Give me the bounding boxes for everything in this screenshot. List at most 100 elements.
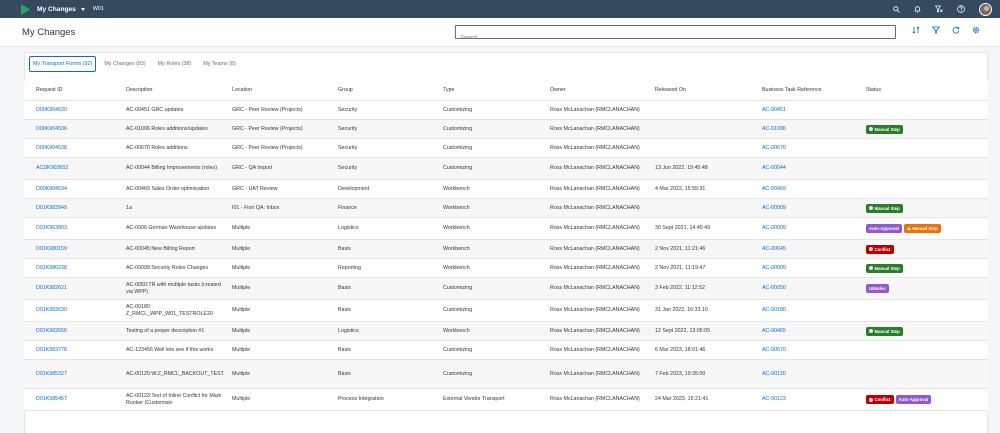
location-cell: I01 - Fiori QA: Inbox bbox=[232, 204, 280, 211]
transport-forms-table: Request ID Description Location Group Ty… bbox=[24, 81, 988, 411]
business-task-reference-link[interactable]: AC-00009 bbox=[762, 225, 866, 232]
business-task-reference-link[interactable]: AC-00180 bbox=[762, 307, 866, 314]
group-cell: Process Integration bbox=[338, 396, 384, 402]
table-row[interactable]: D01K983949 1a I01 - Fiori QA: Inbox Finance… bbox=[24, 199, 988, 218]
search-input[interactable] bbox=[456, 32, 895, 44]
table-row[interactable]: D01K980238 AC-00009:Security Roles Change… bbox=[24, 259, 988, 278]
request-id-link[interactable]: ACDK903652 bbox=[24, 165, 126, 172]
released-on-cell: 13 Jun 2022, 19:45:48 bbox=[655, 165, 708, 171]
auto-approval-badge[interactable]: Auto-Approval bbox=[895, 395, 932, 404]
released-on-cell: 6 Mar 2023, 18:01:46 bbox=[655, 346, 706, 353]
business-task-reference-link[interactable]: AC-00120 bbox=[762, 371, 866, 378]
help-icon[interactable] bbox=[957, 5, 965, 13]
request-id-link[interactable]: D01K985457 bbox=[24, 396, 126, 403]
request-id-link[interactable]: D00K904536 bbox=[24, 126, 126, 133]
request-id-link[interactable]: D00K904530 bbox=[24, 107, 126, 114]
location-cell: Multiple bbox=[232, 396, 251, 402]
business-task-reference-link[interactable]: AC-00670 bbox=[762, 145, 866, 152]
table-row[interactable]: D01K980159 AC-00045:New Billing Report Mul… bbox=[24, 240, 988, 259]
group-cell: Basis bbox=[338, 307, 351, 313]
page-title: My Changes bbox=[22, 27, 76, 38]
request-id-link[interactable]: D00K904534 bbox=[24, 186, 126, 193]
auto-approval-badge[interactable]: Auto-Approval bbox=[866, 224, 902, 233]
user-avatar[interactable] bbox=[979, 2, 992, 16]
app-title-menu[interactable]: My Changes bbox=[37, 6, 85, 13]
tab-bar: My Transport Forms (92) My Changes (83) … bbox=[25, 53, 248, 75]
description-cell: AC-00044 Billing Improvements (roles) bbox=[126, 165, 217, 171]
business-task-reference-link[interactable]: AC-00670 bbox=[762, 347, 866, 354]
request-id-link[interactable]: D01K983778 bbox=[24, 347, 126, 354]
settings-gear-icon[interactable] bbox=[972, 26, 980, 34]
request-id-link[interactable]: D01K980238 bbox=[24, 265, 126, 272]
business-task-reference-link[interactable]: AC-00123 bbox=[762, 396, 866, 403]
manual-step-badge[interactable]: Manual Step bbox=[866, 203, 903, 213]
sort-icon[interactable] bbox=[912, 26, 920, 34]
tab-my-changes[interactable]: My Changes (83) bbox=[104, 61, 145, 67]
request-id-link[interactable]: D01K985327 bbox=[24, 371, 126, 378]
business-task-reference-link[interactable]: AC-01006 bbox=[762, 126, 866, 133]
column-header-request-id[interactable]: Request ID bbox=[24, 87, 126, 94]
owner-cell: Ross McLanachan (RMCLANACHAN) bbox=[550, 225, 640, 231]
column-header-type[interactable]: Type bbox=[443, 87, 550, 94]
search-field[interactable] bbox=[455, 25, 896, 44]
table-row[interactable]: D00K904538 AC-00670 Roles additions GRC - … bbox=[24, 139, 988, 158]
manual-step-badge[interactable]: Manual Step bbox=[866, 326, 903, 336]
conflict-badge[interactable]: Conflict bbox=[866, 395, 894, 404]
business-task-reference-link[interactable]: AC-00469 bbox=[762, 186, 866, 193]
column-header-status[interactable]: Status bbox=[866, 87, 988, 94]
bell-icon[interactable] bbox=[914, 5, 921, 13]
business-task-reference-link[interactable]: AC-00045 bbox=[762, 246, 866, 253]
business-task-reference-link[interactable]: AC-00465 bbox=[762, 328, 866, 335]
column-header-description[interactable]: Description bbox=[126, 87, 232, 94]
table-row[interactable]: D01K982656 Testing of a proper descriptio… bbox=[24, 322, 988, 341]
tab-my-teams[interactable]: My Teams (8) bbox=[203, 61, 236, 67]
refresh-icon[interactable] bbox=[952, 26, 960, 34]
business-task-reference-link[interactable]: AC-00009 bbox=[762, 205, 866, 212]
table-row[interactable]: D01K982621 AC-0050:TR with multiple tasks… bbox=[24, 278, 988, 300]
business-task-reference-link[interactable]: AC-00044 bbox=[762, 165, 866, 172]
location-cell: Multiple bbox=[232, 370, 251, 377]
search-icon[interactable] bbox=[893, 5, 900, 13]
table-row[interactable]: D01K963803 AC-0006 German Warehouse updat… bbox=[24, 218, 988, 240]
request-id-link[interactable]: D01K980159 bbox=[24, 246, 126, 253]
filter-icon[interactable] bbox=[932, 26, 940, 34]
check-icon bbox=[869, 127, 873, 131]
table-row[interactable]: D01K985457 AC-00123:Test of Inline Confli… bbox=[24, 389, 988, 411]
business-task-reference-link[interactable]: AC-00050 bbox=[762, 285, 866, 292]
location-cell: Multiple bbox=[232, 327, 251, 334]
status-cell: Conflict Auto-Approval bbox=[866, 395, 988, 404]
manual-step-badge[interactable]: Manual Step bbox=[866, 124, 903, 134]
table-row[interactable]: D00K904530 AC-00451 GRC updates GRC - Peer… bbox=[24, 101, 988, 120]
group-cell: Reporting bbox=[338, 264, 361, 271]
column-header-business-task-reference[interactable]: Business Task Reference bbox=[762, 87, 866, 94]
table-row[interactable]: D01K985327 AC-00120:W:Z_RMCL_BACKOUT_TEST… bbox=[24, 360, 988, 389]
tab-my-roles[interactable]: My Roles (38) bbox=[158, 61, 192, 67]
request-id-link[interactable]: D01K963803 bbox=[24, 225, 126, 232]
business-task-reference-link[interactable]: AC-00009 bbox=[762, 265, 866, 272]
conflict-badge[interactable]: Conflict bbox=[866, 244, 894, 254]
table-row[interactable]: D01K982630 AC-00180 Z_RMCL_WPP_W01_TESTRO… bbox=[24, 300, 988, 322]
column-header-location[interactable]: Location bbox=[232, 87, 338, 94]
tab-my-transport-forms[interactable]: My Transport Forms (92) bbox=[29, 56, 97, 72]
app-logo-icon[interactable] bbox=[21, 3, 30, 15]
table-row[interactable]: D00K904536 AC-01006 Roles additions/updat… bbox=[24, 120, 988, 139]
umodes-badge[interactable]: UModes bbox=[866, 284, 889, 293]
manual-step-badge[interactable]: Manual Step bbox=[866, 263, 903, 273]
business-task-reference-link[interactable]: AC-00451 bbox=[762, 107, 866, 114]
filter-clear-icon[interactable] bbox=[935, 5, 943, 13]
column-header-released-on[interactable]: Released On bbox=[655, 87, 762, 94]
table-row[interactable]: ACDK903652 AC-00044 Billing Improvements … bbox=[24, 158, 988, 180]
description-cell: AC-00123:Test of Inline Conflict for Mar… bbox=[126, 392, 222, 406]
table-row[interactable]: D00K904534 AC-00469 Sales Order optimisat… bbox=[24, 180, 988, 199]
request-id-link[interactable]: D01K983949 bbox=[24, 205, 126, 212]
manual-step-warning-badge[interactable]: Manual Step bbox=[903, 224, 941, 233]
description-cell: AC-00120:W:Z_RMCL_BACKOUT_TEST bbox=[126, 370, 224, 377]
request-id-link[interactable]: D00K904538 bbox=[24, 145, 126, 152]
request-id-link[interactable]: D01K982630 bbox=[24, 307, 126, 314]
badge-label: UModes bbox=[869, 286, 886, 291]
column-header-owner[interactable]: Owner bbox=[550, 87, 655, 94]
table-row[interactable]: D01K983778 AC-123456 Well lets see if thi… bbox=[24, 341, 988, 360]
request-id-link[interactable]: D01K982656 bbox=[24, 328, 126, 335]
request-id-link[interactable]: D01K982621 bbox=[24, 285, 126, 292]
column-header-group[interactable]: Group bbox=[338, 87, 443, 94]
